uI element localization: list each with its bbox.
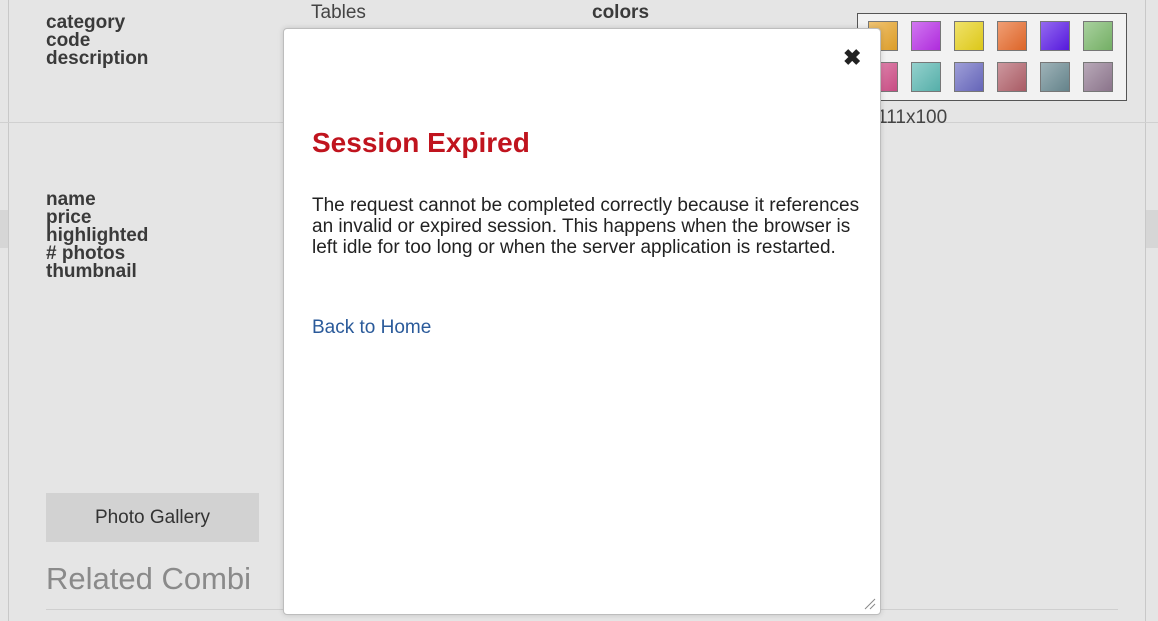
photo-gallery-button[interactable]: Photo Gallery xyxy=(46,493,259,542)
dialog-title: Session Expired xyxy=(312,127,530,158)
color-swatch[interactable] xyxy=(1040,21,1070,51)
field-labels-mid: name price highlighted # photos thumbnai… xyxy=(46,190,148,282)
color-swatch[interactable] xyxy=(1083,21,1113,51)
left-edge-block xyxy=(0,210,8,248)
color-swatch[interactable] xyxy=(911,21,941,51)
close-icon[interactable]: ✖ xyxy=(843,47,861,69)
color-swatch[interactable] xyxy=(997,21,1027,51)
field-label-description: description xyxy=(46,48,149,69)
color-swatch[interactable] xyxy=(1083,62,1113,92)
colors-label: colors xyxy=(592,2,650,18)
field-label-thumbnail: thumbnail xyxy=(46,261,137,282)
page-left-border xyxy=(8,0,9,621)
related-combinations-heading: Related Combi xyxy=(46,561,252,596)
category-value: Tables xyxy=(311,2,366,18)
color-swatch[interactable] xyxy=(954,21,984,51)
dialog-message: The request cannot be completed correctl… xyxy=(312,195,860,258)
field-labels-top: category code description xyxy=(46,13,149,69)
color-swatch[interactable] xyxy=(997,62,1027,92)
color-swatch-grid xyxy=(857,13,1127,101)
color-swatch[interactable] xyxy=(911,62,941,92)
right-edge-block xyxy=(1146,210,1158,248)
back-to-home-link[interactable]: Back to Home xyxy=(312,317,431,339)
color-swatch[interactable] xyxy=(954,62,984,92)
color-swatch[interactable] xyxy=(1040,62,1070,92)
page-right-border xyxy=(1145,0,1146,621)
resize-handle-icon[interactable] xyxy=(862,596,876,610)
session-expired-dialog: ✖ Session Expired The request cannot be … xyxy=(283,28,881,615)
